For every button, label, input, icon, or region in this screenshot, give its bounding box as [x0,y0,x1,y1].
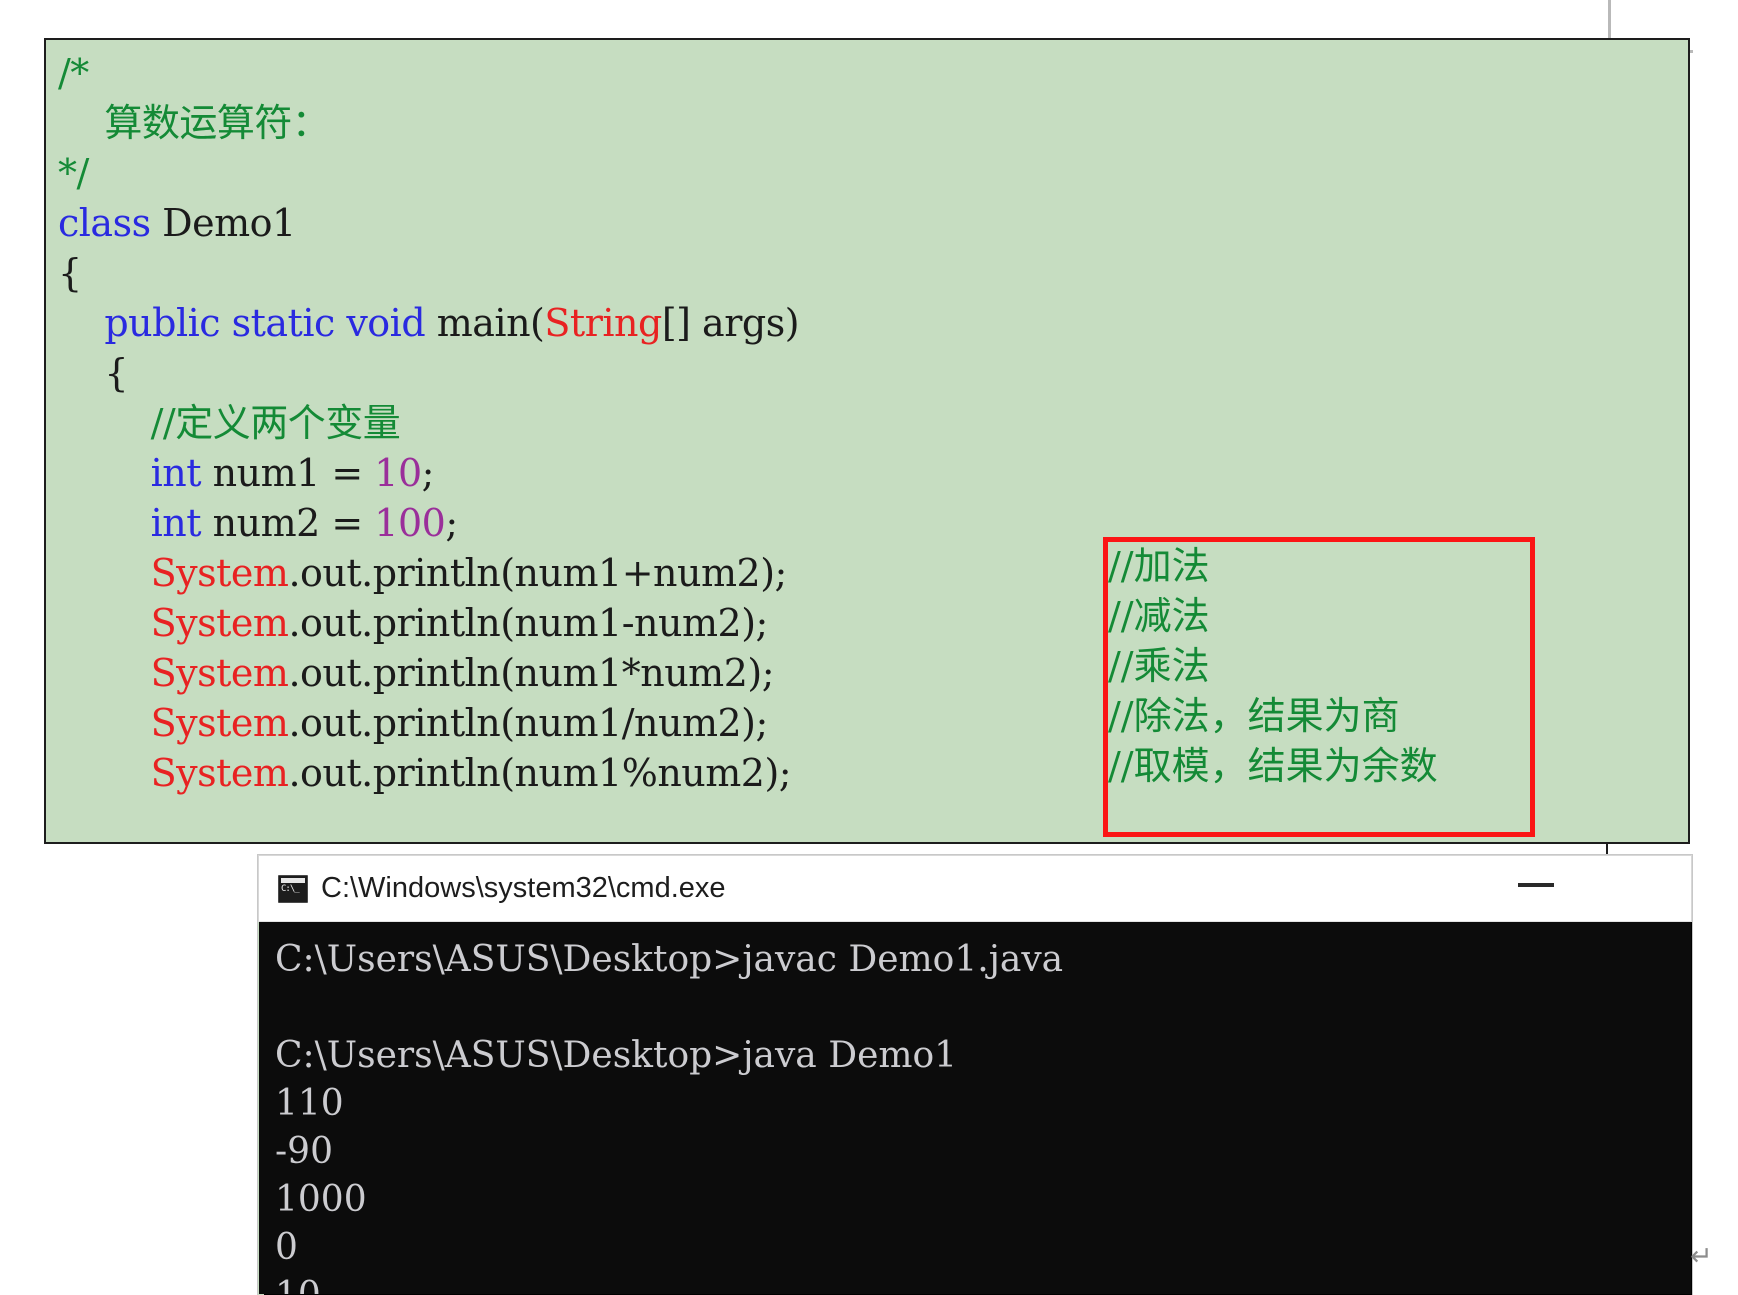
code-token: int [150,451,202,495]
code-line: System.out.println(num1+num2); [58,548,1688,598]
code-line: /* [58,48,1688,98]
code-line: System.out.println(num1-num2); [58,598,1688,648]
code-token: System [150,651,289,695]
inline-comment: //加法 [1108,544,1210,588]
code-token: System [150,751,289,795]
console-line: C:\Users\ASUS\Desktop>java Demo1 [275,1035,958,1076]
code-token: { [58,351,128,395]
console-output-text: C:\Users\ASUS\Desktop>javac Demo1.java C… [275,936,1063,1294]
code-token: .out.println(num1%num2); [288,751,792,795]
code-token: int [150,501,202,545]
code-line: System.out.println(num1%num2); [58,748,1688,798]
code-token: .out.println(num1+num2); [288,551,787,595]
code-token: ; [445,501,458,545]
paragraph-mark: ↵ [1690,1241,1713,1271]
code-token: .out.println(num1/num2); [288,701,768,745]
code-token: [] args) [661,301,800,345]
code-token: */ [58,151,89,195]
comment-column: //加法 //减法 //乘法 //除法，结果为商 //取模，结果为余数 [1108,541,1438,791]
code-token: num2 = [201,501,375,545]
code-line: 算数运算符： [58,98,1688,148]
code-token: .out.println(num1*num2); [288,651,774,695]
minimize-button[interactable] [1518,883,1554,887]
code-line: //定义两个变量 [58,398,1688,448]
code-token: System [150,701,289,745]
code-token: Demo1 [150,201,296,245]
console-line: -90 [275,1131,333,1172]
inline-comment: //乘法 [1108,644,1210,688]
console-line: 110 [275,1083,344,1124]
code-token: String [544,301,662,345]
code-token: System [150,601,289,645]
code-token: //定义两个变量 [58,401,401,445]
code-line: public static void main(String[] args) [58,298,1688,348]
code-token: .out.println(num1-num2); [288,601,768,645]
console-line: 10 [275,1272,1063,1294]
cmd-console-body[interactable]: C:\Users\ASUS\Desktop>javac Demo1.java C… [259,922,1691,1294]
inline-comment: //除法，结果为商 [1108,694,1400,738]
cmd-title-text: C:\Windows\system32\cmd.exe [321,872,726,904]
screenshot-root: /* 算数运算符： */class Demo1{ public static vo… [0,0,1738,1295]
cmd-console-icon [278,874,308,903]
code-token: { [58,251,82,295]
console-line: 1000 [275,1179,367,1220]
console-line: C:\Users\ASUS\Desktop>javac Demo1.java [275,939,1064,980]
code-token: 算数运算符： [58,101,330,145]
cmd-title-bar[interactable]: C:\Windows\system32\cmd.exe [258,855,1692,922]
code-token: 100 [374,501,446,545]
code-token: class [58,201,151,245]
inline-comment: //取模，结果为余数 [1108,744,1438,788]
code-token: num1 = [201,451,375,495]
java-code-block: /* 算数运算符： */class Demo1{ public static vo… [44,38,1690,844]
code-line: */ [58,148,1688,198]
code-token: System [150,551,289,595]
code-line: class Demo1 [58,198,1688,248]
code-token: ; [421,451,435,495]
code-token: main( [425,301,545,345]
code-token: 10 [374,451,422,495]
code-token: public static void [104,301,426,345]
console-line: 0 [275,1227,298,1268]
code-line: int num1 = 10; [58,448,1688,498]
cmd-window[interactable]: C:\Windows\system32\cmd.exe C:\Users\ASU… [258,855,1692,1295]
code-text: /* 算数运算符： */class Demo1{ public static vo… [58,48,1688,842]
code-line: int num2 = 100; [58,498,1688,548]
code-line: System.out.println(num1*num2); [58,648,1688,698]
code-line: { [58,248,1688,298]
code-line: System.out.println(num1/num2); [58,698,1688,748]
code-token: /* [58,51,89,95]
inline-comment: //减法 [1108,594,1210,638]
code-line: { [58,348,1688,398]
